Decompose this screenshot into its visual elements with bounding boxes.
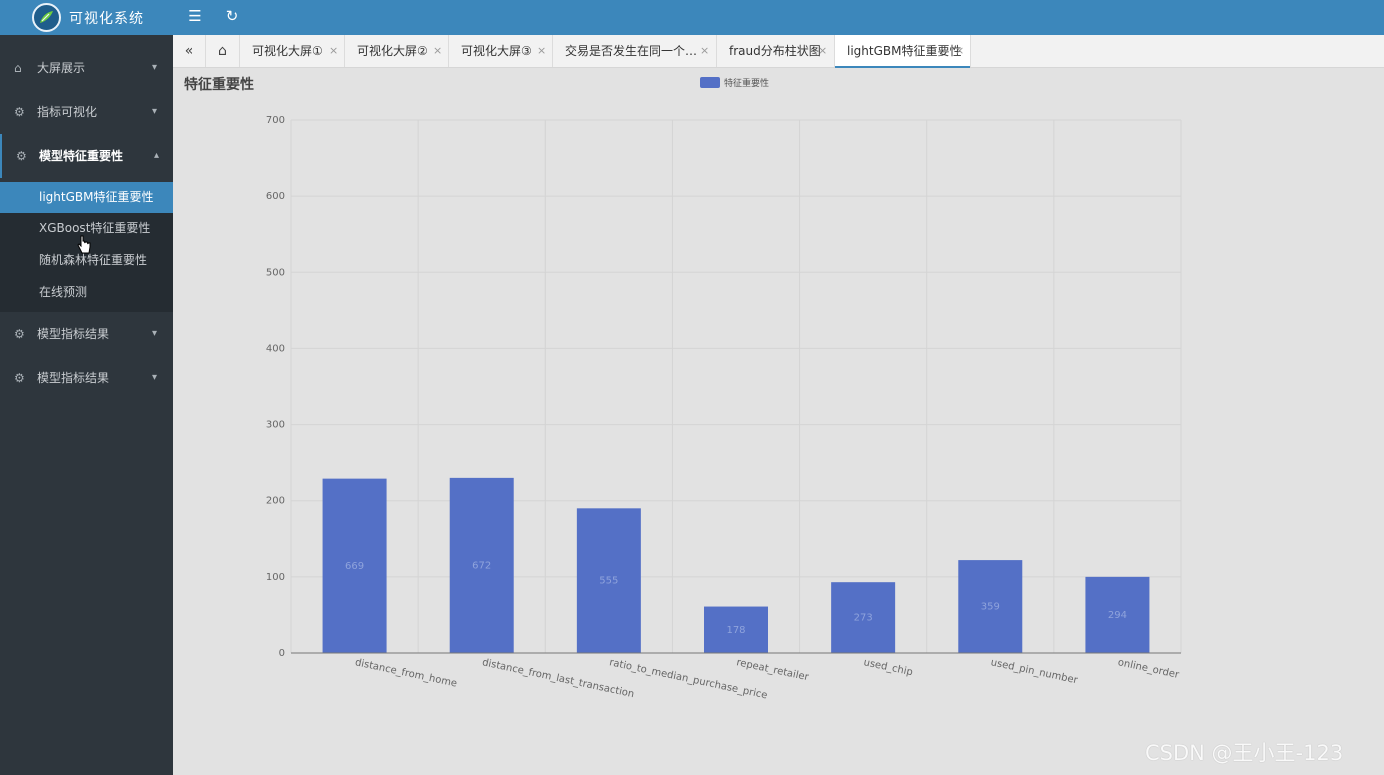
close-icon[interactable]: × bbox=[700, 35, 709, 67]
gear-icon: ⚙ bbox=[14, 327, 25, 341]
sidebar-item-feature-importance[interactable]: ⚙ 模型特征重要性 ▴ bbox=[0, 134, 173, 178]
sidebar-item-label: 大屏展示 bbox=[37, 61, 86, 75]
watermark: CSDN @王小王-123 bbox=[1145, 741, 1344, 765]
sidebar-item-model-results-2[interactable]: ⚙ 模型指标结果 ▾ bbox=[0, 356, 173, 400]
close-icon[interactable]: × bbox=[818, 35, 827, 67]
bar-value-label: 555 bbox=[599, 576, 618, 587]
tab-dashboard-1[interactable]: 可视化大屏① × bbox=[240, 35, 345, 67]
chart-bars: 669 672 555 178 273 359 294 bbox=[322, 477, 1150, 653]
x-tick-label: distance_from_home bbox=[354, 657, 458, 689]
bar-value-label: 669 bbox=[345, 561, 364, 572]
legend-swatch bbox=[700, 77, 720, 88]
chevron-down-icon: ▾ bbox=[152, 62, 158, 73]
submenu-item-lightgbm[interactable]: lightGBM特征重要性 bbox=[0, 182, 173, 213]
tab-lightgbm-importance[interactable]: lightGBM特征重要性 × bbox=[835, 35, 971, 68]
bar-value-label: 672 bbox=[472, 560, 491, 571]
close-icon[interactable]: × bbox=[955, 35, 964, 67]
y-tick-label: 700 bbox=[266, 115, 285, 126]
logo-icon bbox=[32, 3, 61, 32]
sidebar-item-dashboard[interactable]: ⌂ 大屏展示 ▾ bbox=[0, 46, 173, 90]
x-tick-label: used_chip bbox=[863, 657, 914, 678]
y-tick-label: 300 bbox=[266, 420, 285, 431]
chevron-up-icon: ▴ bbox=[154, 150, 160, 161]
gear-icon: ⚙ bbox=[14, 371, 25, 385]
sidebar: ⌂ 大屏展示 ▾ ⚙ 指标可视化 ▾ ⚙ 模型特征重要性 ▴ lightGBM特… bbox=[0, 35, 173, 775]
sidebar-item-model-results[interactable]: ⚙ 模型指标结果 ▾ bbox=[0, 312, 173, 356]
sidebar-item-metrics-visualization[interactable]: ⚙ 指标可视化 ▾ bbox=[0, 90, 173, 134]
chart-legend[interactable]: 特征重要性 bbox=[700, 77, 769, 89]
y-tick-label: 600 bbox=[266, 191, 285, 202]
tab-dashboard-2[interactable]: 可视化大屏② × bbox=[345, 35, 449, 67]
app-title: 可视化系统 bbox=[69, 11, 144, 27]
y-tick-label: 200 bbox=[266, 496, 285, 507]
legend-label: 特征重要性 bbox=[724, 77, 769, 89]
chevron-down-icon: ▾ bbox=[152, 328, 158, 339]
gear-icon: ⚙ bbox=[16, 149, 27, 163]
tab-dashboard-3[interactable]: 可视化大屏③ × bbox=[449, 35, 553, 67]
x-tick-label: repeat_retailer bbox=[735, 657, 810, 683]
y-tick-label: 0 bbox=[279, 648, 285, 659]
y-tick-label: 100 bbox=[266, 572, 285, 583]
close-icon[interactable]: × bbox=[537, 35, 546, 67]
tab-fraud-distribution[interactable]: fraud分布柱状图 × bbox=[717, 35, 835, 67]
bar-value-label: 359 bbox=[981, 602, 1000, 613]
close-icon[interactable]: × bbox=[433, 35, 442, 67]
tab-same-location[interactable]: 交易是否发生在同一个… × bbox=[553, 35, 717, 67]
home-icon: ⌂ bbox=[14, 61, 22, 75]
x-tick-label: online_order bbox=[1117, 657, 1181, 681]
chevron-down-icon: ▾ bbox=[152, 106, 158, 117]
sidebar-item-label: 指标可视化 bbox=[37, 105, 98, 119]
y-tick-label: 400 bbox=[266, 343, 285, 354]
sidebar-item-label: 模型指标结果 bbox=[37, 327, 110, 341]
gear-icon: ⚙ bbox=[14, 105, 25, 119]
tabs-scroll-left-icon[interactable]: « bbox=[173, 35, 206, 67]
chart-grid bbox=[290, 119, 1182, 654]
bar-value-label: 273 bbox=[854, 613, 873, 624]
bar-value-label: 294 bbox=[1108, 610, 1127, 621]
top-bar: 可视化系统 ☰ ↻ bbox=[0, 0, 1384, 35]
y-tick-label: 500 bbox=[266, 267, 285, 278]
tab-bar: « ⌂ 可视化大屏① × 可视化大屏② × 可视化大屏③ × 交易是否发生在同一… bbox=[173, 35, 1384, 68]
close-icon[interactable]: × bbox=[329, 35, 338, 67]
home-tab-icon[interactable]: ⌂ bbox=[206, 35, 240, 67]
x-tick-label: used_pin_number bbox=[990, 657, 1080, 686]
sidebar-item-label: 模型特征重要性 bbox=[39, 149, 124, 163]
bar-value-label: 178 bbox=[726, 625, 745, 636]
submenu-item-online-prediction[interactable]: 在线预测 bbox=[0, 277, 173, 308]
sidebar-item-label: 模型指标结果 bbox=[37, 371, 110, 385]
menu-toggle-icon[interactable]: ☰ bbox=[184, 6, 206, 26]
chevron-down-icon: ▾ bbox=[152, 372, 158, 383]
refresh-icon[interactable]: ↻ bbox=[221, 6, 243, 26]
feature-importance-chart: 669 672 555 178 273 359 294 0 100 200 300 400 500 60… bbox=[266, 77, 1182, 701]
hand-cursor-icon bbox=[77, 235, 91, 254]
